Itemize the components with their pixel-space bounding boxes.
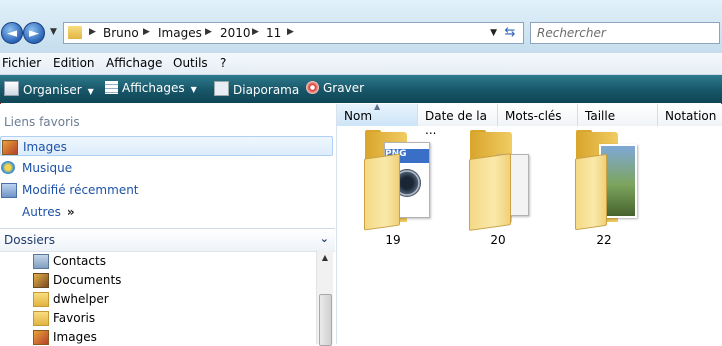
recent-icon xyxy=(1,183,17,198)
scrollbar-thumb[interactable] xyxy=(319,294,332,346)
folder-label: 22 xyxy=(596,233,612,247)
address-dropdown-icon[interactable]: ▼ xyxy=(490,28,497,38)
pictures-icon xyxy=(33,330,49,345)
column-label: Taille xyxy=(585,109,616,123)
burn-disc-icon xyxy=(306,81,319,94)
back-arrow-icon: ◄ xyxy=(7,25,17,41)
folder-icon xyxy=(68,26,82,39)
breadcrumb-11[interactable]: 11 xyxy=(266,26,281,40)
contacts-icon xyxy=(33,254,49,269)
menu-help[interactable]: ? xyxy=(220,56,226,70)
search-input[interactable]: Rechercher xyxy=(530,22,720,44)
chevron-down-icon: ▼ xyxy=(87,87,94,96)
tree-item-documents[interactable]: Documents xyxy=(33,271,313,289)
slideshow-icon xyxy=(214,81,229,96)
burn-button[interactable]: Graver xyxy=(306,81,364,95)
folders-scrollbar[interactable]: ▲ xyxy=(316,250,333,346)
burn-label: Graver xyxy=(323,81,365,95)
views-icon xyxy=(105,81,118,94)
documents-icon xyxy=(33,273,49,288)
folders-header[interactable]: Dossiers ⌄ xyxy=(0,228,335,252)
favorite-item-music[interactable]: Musique xyxy=(0,158,333,178)
slideshow-label: Diaporama xyxy=(233,83,300,97)
scroll-up-icon[interactable]: ▲ xyxy=(317,250,333,266)
favorite-item-more[interactable]: Autres» xyxy=(0,202,333,222)
tree-label: Images xyxy=(53,330,97,344)
organize-button[interactable]: Organiser ▼ xyxy=(4,81,94,97)
favorite-label: Images xyxy=(23,140,67,154)
recent-pages-dropdown-icon[interactable]: ▼ xyxy=(50,27,57,37)
breadcrumb-bruno[interactable]: Bruno xyxy=(103,26,139,40)
address-bar[interactable]: ▶ Bruno ▶ Images ▶ 2010 ▶ 11 ▶ ▼ ⇆ xyxy=(63,22,524,44)
breadcrumb-separator-icon[interactable]: ▶ xyxy=(143,27,150,37)
menu-bar: Fichier Edition Affichage Outils ? xyxy=(0,53,722,75)
sort-ascending-icon: ▲ xyxy=(374,102,381,111)
music-icon xyxy=(1,161,15,174)
folder-with-png-icon: PNG xyxy=(362,130,430,231)
column-header-tags[interactable]: Mots-clés xyxy=(498,104,578,126)
tree-label: dwhelper xyxy=(53,292,109,306)
refresh-icon[interactable]: ⇆ xyxy=(501,25,519,41)
breadcrumb-separator-icon[interactable]: ▶ xyxy=(89,27,96,37)
favorite-item-recent[interactable]: Modifié récemment xyxy=(0,180,333,200)
folder-item-22[interactable]: 22 xyxy=(559,130,649,250)
column-header-rating[interactable]: Notation xyxy=(658,104,722,126)
organize-icon xyxy=(4,81,19,96)
menu-edition[interactable]: Edition xyxy=(53,56,95,70)
favorite-label: Modifié récemment xyxy=(22,183,139,197)
back-button[interactable]: ◄ xyxy=(1,22,23,44)
column-label: Mots-clés xyxy=(505,109,562,123)
folder-label: 20 xyxy=(490,233,506,247)
favorite-label: Autres» xyxy=(22,205,75,219)
column-header-size[interactable]: Taille xyxy=(578,104,658,126)
tree-label: Contacts xyxy=(53,254,106,268)
menu-outils[interactable]: Outils xyxy=(173,56,208,70)
favorite-label: Musique xyxy=(22,161,73,175)
folder-icon xyxy=(33,292,49,307)
views-label: Affichages xyxy=(122,81,185,95)
command-bar: Organiser ▼ Affichages ▼ Diaporama Graver xyxy=(0,75,722,103)
breadcrumb-images[interactable]: Images xyxy=(158,26,202,40)
navigation-pane: Liens favoris Images Musique Modifié réc… xyxy=(0,104,337,346)
folder-label: 19 xyxy=(385,233,401,247)
organize-label: Organiser xyxy=(23,83,82,97)
file-list-pane: ▲ Nom Date de la ... Mots-clés Taille No… xyxy=(337,102,722,344)
tree-item-contacts[interactable]: Contacts xyxy=(33,252,313,270)
menu-fichier[interactable]: Fichier xyxy=(2,56,41,70)
tree-label: Favoris xyxy=(53,311,96,325)
forward-button[interactable]: ► xyxy=(23,22,45,44)
chevron-down-icon[interactable]: ⌄ xyxy=(320,232,329,245)
tree-item-dwhelper[interactable]: dwhelper xyxy=(33,290,313,308)
menu-affichage[interactable]: Affichage xyxy=(106,56,162,70)
favorites-folder-icon xyxy=(33,311,49,326)
column-header-date[interactable]: Date de la ... xyxy=(418,104,498,137)
breadcrumb-2010[interactable]: 2010 xyxy=(220,26,251,40)
views-button[interactable]: Affichages ▼ xyxy=(105,81,197,95)
tree-label: Documents xyxy=(53,273,122,287)
slideshow-button[interactable]: Diaporama xyxy=(214,81,299,97)
favorite-links-title: Liens favoris xyxy=(4,115,80,129)
breadcrumb-separator-icon[interactable]: ▶ xyxy=(287,27,294,37)
tree-item-images[interactable]: Images xyxy=(33,328,313,346)
column-label: Nom xyxy=(344,109,373,123)
folder-with-photos-icon xyxy=(573,130,637,231)
folder-icon xyxy=(467,130,531,231)
column-header-name[interactable]: ▲ Nom xyxy=(337,102,418,126)
favorite-item-images[interactable]: Images xyxy=(0,136,333,156)
folder-item-20[interactable]: 20 xyxy=(453,130,543,250)
folder-item-19[interactable]: PNG 19 xyxy=(348,130,438,250)
forward-arrow-icon: ► xyxy=(29,25,39,41)
folders-title: Dossiers xyxy=(4,233,55,247)
breadcrumb-separator-icon[interactable]: ▶ xyxy=(252,27,259,37)
tree-item-favoris[interactable]: Favoris xyxy=(33,309,313,327)
breadcrumb-separator-icon[interactable]: ▶ xyxy=(205,27,212,37)
double-chevron-icon: » xyxy=(66,205,75,219)
pictures-icon xyxy=(2,140,18,155)
column-label: Notation xyxy=(665,109,717,123)
chevron-down-icon: ▼ xyxy=(190,85,197,94)
address-row: ◄ ► ▼ ▶ Bruno ▶ Images ▶ 2010 ▶ 11 ▶ ▼ ⇆… xyxy=(0,0,722,56)
